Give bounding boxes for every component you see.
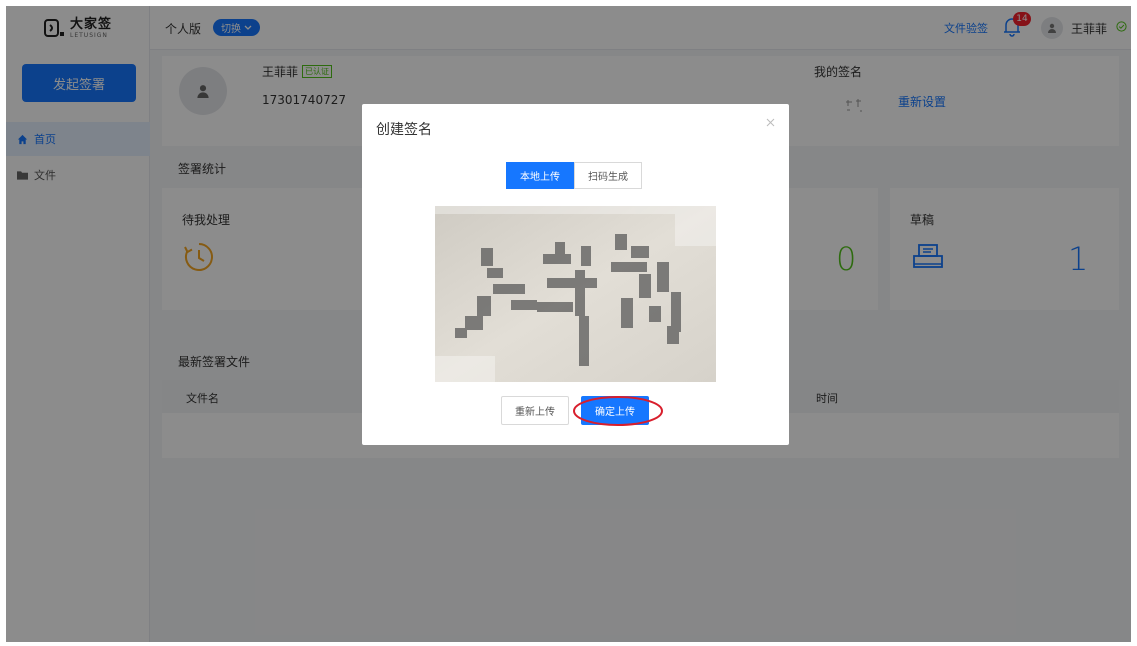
upload-mode-tabs: 本地上传 扫码生成: [506, 162, 642, 189]
confirm-upload-button[interactable]: 确定上传: [581, 396, 649, 425]
create-signature-dialog: 创建签名 本地上传 扫码生成 重新上传 确定上传: [362, 104, 789, 445]
tab-local-upload[interactable]: 本地上传: [506, 162, 574, 189]
close-icon[interactable]: [763, 115, 777, 129]
reupload-button[interactable]: 重新上传: [501, 396, 569, 425]
app-window: 大家签 LETUSIGN 发起签署 首页 文件 个人版 切换 文件验签 14 王…: [6, 6, 1131, 642]
signature-preview-image: [435, 206, 716, 382]
dialog-title: 创建签名: [376, 122, 432, 138]
tab-scan-generate[interactable]: 扫码生成: [574, 162, 642, 189]
